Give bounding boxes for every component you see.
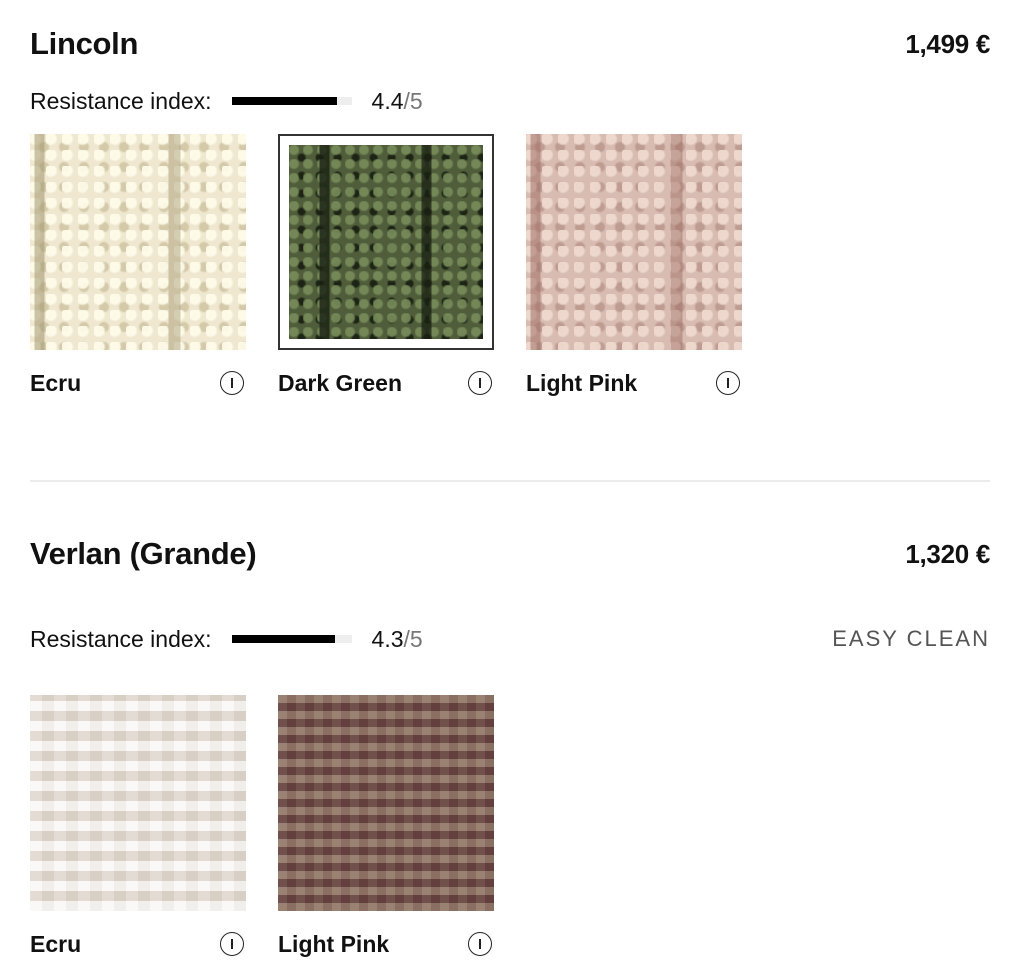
resistance-bar — [231, 635, 352, 643]
swatch-name: Ecru — [30, 930, 82, 957]
resistance-score: 4.3/5 — [372, 626, 423, 653]
swatch-light-pink[interactable]: Light Pink — [526, 134, 742, 398]
easy-clean-badge: EASY CLEAN — [832, 626, 990, 651]
info-icon[interactable] — [220, 932, 244, 956]
swatch-footer: Light Pink — [526, 368, 742, 398]
swatch-name: Light Pink — [526, 369, 638, 396]
section-divider — [30, 480, 990, 482]
fabric-texture — [278, 695, 494, 911]
resistance-score-max: /5 — [403, 87, 423, 114]
swatch-name: Dark Green — [278, 369, 403, 396]
swatch-image[interactable] — [30, 134, 246, 350]
swatch-footer: Light Pink — [278, 929, 494, 959]
resistance-score-value: 4.3 — [371, 625, 404, 652]
fabric-name: Lincoln — [30, 26, 139, 61]
resistance-score-value: 4.4 — [371, 87, 404, 114]
resistance-label: Resistance index: — [30, 87, 212, 114]
fabric-price: 1,320 € — [905, 538, 990, 569]
info-icon[interactable] — [468, 371, 492, 395]
swatch-footer: Ecru — [30, 929, 246, 959]
fabric-price: 1,499 € — [905, 28, 990, 59]
resistance-group: Resistance index: 4.3/5 — [30, 626, 423, 653]
swatch-ecru[interactable]: Ecru — [30, 695, 246, 959]
resistance-bar-fill — [231, 97, 338, 105]
fabric-section-lincoln: Lincoln 1,499 € Resistance index: 4.4/5 … — [30, 24, 990, 398]
swatch-image[interactable] — [526, 134, 742, 350]
swatch-light-pink[interactable]: Light Pink — [278, 695, 494, 959]
resistance-label: Resistance index: — [30, 625, 212, 652]
swatch-image[interactable] — [30, 695, 246, 911]
resistance-score: 4.4/5 — [372, 88, 423, 115]
resistance-bar-fill — [231, 635, 335, 643]
resistance-row: Resistance index: 4.3/5 EASY CLEAN — [30, 621, 990, 657]
swatch-dark-green[interactable]: Dark Green — [278, 134, 494, 398]
fabric-options-page: Lincoln 1,499 € Resistance index: 4.4/5 … — [0, 0, 1028, 980]
fabric-texture — [30, 695, 246, 911]
fabric-name: Verlan (Grande) — [30, 536, 257, 571]
info-icon[interactable] — [716, 371, 740, 395]
fabric-header: Lincoln 1,499 € — [30, 24, 990, 64]
fabric-section-verlan: Verlan (Grande) 1,320 € Resistance index… — [30, 534, 990, 959]
resistance-group: Resistance index: 4.4/5 — [30, 88, 423, 115]
resistance-bar — [231, 97, 352, 105]
fabric-texture — [30, 134, 246, 350]
swatch-image[interactable] — [278, 695, 494, 911]
swatch-name: Ecru — [30, 369, 82, 396]
swatch-list: Ecru Light Pink — [30, 695, 990, 959]
swatch-list: Ecru Dark Green Light Pink — [30, 134, 990, 398]
swatch-footer: Dark Green — [278, 368, 494, 398]
info-icon[interactable] — [220, 371, 244, 395]
swatch-footer: Ecru — [30, 368, 246, 398]
resistance-row: Resistance index: 4.4/5 — [30, 83, 990, 119]
fabric-header: Verlan (Grande) 1,320 € — [30, 534, 990, 574]
fabric-texture — [289, 145, 483, 339]
fabric-texture — [526, 134, 742, 350]
swatch-name: Light Pink — [278, 930, 390, 957]
resistance-score-max: /5 — [403, 625, 423, 652]
swatch-image-selected[interactable] — [278, 134, 494, 350]
swatch-ecru[interactable]: Ecru — [30, 134, 246, 398]
info-icon[interactable] — [468, 932, 492, 956]
